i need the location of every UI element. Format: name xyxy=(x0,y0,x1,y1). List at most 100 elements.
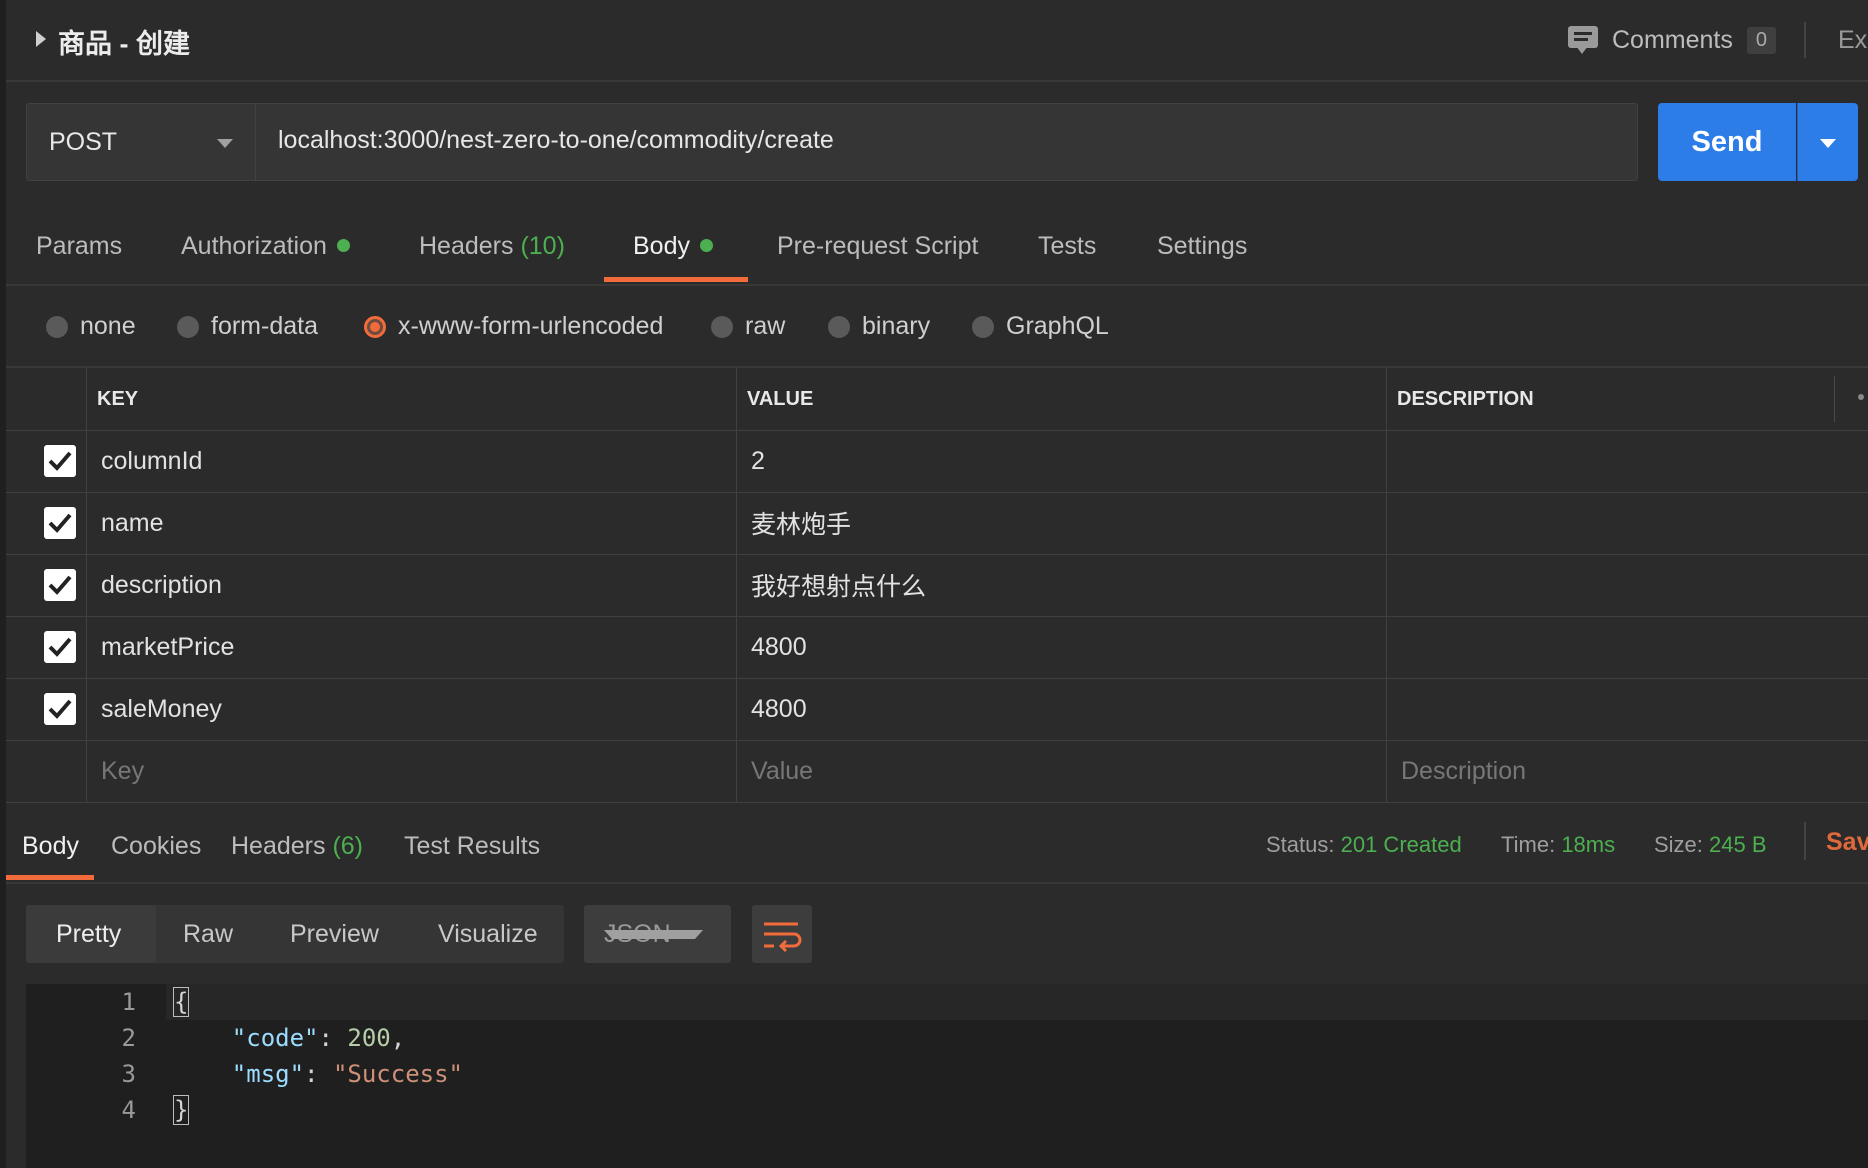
response-code-view[interactable]: 1 2 3 4 { "code": 200, "msg": "Success" … xyxy=(26,984,1868,1168)
row-checkbox[interactable] xyxy=(44,507,76,539)
response-header: Body Cookies Headers (6) Test Results St… xyxy=(6,802,1868,884)
key-cell[interactable]: saleMoney xyxy=(86,678,736,740)
tab-params[interactable]: Params xyxy=(36,232,122,261)
radio-selected-icon xyxy=(364,315,386,338)
wrap-lines-button[interactable] xyxy=(752,905,812,963)
value-cell[interactable]: 4800 xyxy=(736,616,1386,678)
url-text: localhost:3000/nest-zero-to-one/commodit… xyxy=(278,126,834,154)
view-preview[interactable]: Preview xyxy=(290,920,379,949)
code-line: "code": 200, xyxy=(231,1024,406,1052)
value-cell[interactable]: 麦林炮手 xyxy=(736,492,1386,554)
tab-pre-request-script[interactable]: Pre-request Script xyxy=(777,232,978,261)
code-line: } xyxy=(172,1095,190,1125)
request-title[interactable]: 商品 - 创建 xyxy=(58,22,190,61)
table-row: name 麦林炮手 xyxy=(6,492,1868,555)
radio-x-www-form-urlencoded[interactable]: x-www-form-urlencoded xyxy=(364,312,663,341)
column-header-description: DESCRIPTION xyxy=(1386,368,1868,430)
request-tabs: Params Authorization Headers (10) Body P… xyxy=(6,204,1868,286)
radio-circle-icon xyxy=(972,315,994,338)
save-response-button[interactable]: Save xyxy=(1826,828,1868,857)
radio-circle-icon xyxy=(177,315,199,338)
body-type-radios: none form-data x-www-form-urlencoded raw… xyxy=(6,286,1868,368)
response-tab-cookies[interactable]: Cookies xyxy=(111,832,201,861)
divider xyxy=(1804,822,1806,860)
column-header-key: KEY xyxy=(86,368,736,430)
size-readout: Size: 245 B xyxy=(1654,832,1767,857)
comment-icon xyxy=(1568,26,1598,54)
expand-caret-icon[interactable] xyxy=(36,31,46,47)
tab-headers[interactable]: Headers (10) xyxy=(419,232,565,261)
radio-none[interactable]: none xyxy=(46,312,136,341)
tab-body[interactable]: Body xyxy=(633,232,713,261)
status-dot-icon xyxy=(699,238,713,252)
key-cell[interactable]: marketPrice xyxy=(86,616,736,678)
response-tab-test-results[interactable]: Test Results xyxy=(404,832,540,861)
view-mode-tabs: Pretty Raw Preview Visualize xyxy=(26,905,564,963)
row-checkbox[interactable] xyxy=(44,445,76,477)
radio-raw[interactable]: raw xyxy=(711,312,785,341)
row-checkbox[interactable] xyxy=(44,631,76,663)
line-number: 3 xyxy=(121,1060,136,1088)
new-description-input[interactable]: Description xyxy=(1386,740,1868,802)
url-input[interactable]: localhost:3000/nest-zero-to-one/commodit… xyxy=(256,103,1638,181)
radio-circle-icon xyxy=(46,315,68,338)
table-row: marketPrice 4800 xyxy=(6,616,1868,679)
key-cell[interactable]: columnId xyxy=(86,430,736,492)
comments-label: Comments xyxy=(1612,25,1733,54)
tab-tests[interactable]: Tests xyxy=(1038,232,1096,261)
response-tab-body[interactable]: Body xyxy=(22,832,79,861)
send-button[interactable]: Send xyxy=(1658,103,1796,181)
view-raw[interactable]: Raw xyxy=(183,920,233,949)
description-cell[interactable] xyxy=(1386,616,1868,678)
value-cell[interactable]: 2 xyxy=(736,430,1386,492)
value-cell[interactable]: 4800 xyxy=(736,678,1386,740)
response-tab-headers[interactable]: Headers (6) xyxy=(231,832,363,861)
description-cell[interactable] xyxy=(1386,492,1868,554)
chevron-down-icon xyxy=(1820,139,1836,148)
row-checkbox[interactable] xyxy=(44,693,76,725)
chevron-down-icon xyxy=(217,139,233,148)
active-response-tab-indicator xyxy=(6,875,94,880)
active-tab-indicator xyxy=(604,277,748,282)
view-visualize[interactable]: Visualize xyxy=(438,920,538,949)
view-pretty[interactable]: Pretty xyxy=(56,920,121,949)
table-row: saleMoney 4800 xyxy=(6,678,1868,741)
key-cell[interactable]: name xyxy=(86,492,736,554)
column-header-value: VALUE xyxy=(736,368,1386,430)
method-select[interactable]: POST xyxy=(26,103,256,181)
export-button[interactable]: Ex xyxy=(1838,26,1867,55)
time-readout: Time: 18ms xyxy=(1501,832,1616,857)
description-cell[interactable] xyxy=(1386,430,1868,492)
radio-graphql[interactable]: GraphQL xyxy=(972,312,1109,341)
tab-settings[interactable]: Settings xyxy=(1157,232,1247,261)
comments-button[interactable]: Comments 0 Ex xyxy=(1568,22,1867,58)
description-cell[interactable] xyxy=(1386,554,1868,616)
radio-circle-icon xyxy=(828,315,850,338)
send-options-button[interactable] xyxy=(1797,103,1858,181)
new-key-input[interactable]: Key xyxy=(86,740,736,802)
radio-circle-icon xyxy=(711,315,733,338)
table-row-new: Key Value Description xyxy=(6,740,1868,803)
description-cell[interactable] xyxy=(1386,678,1868,740)
divider xyxy=(1804,22,1806,58)
key-cell[interactable]: description xyxy=(86,554,736,616)
code-line: { xyxy=(172,987,190,1017)
column-resize-handle[interactable] xyxy=(1834,376,1835,422)
status-readout: Status: 201 Created xyxy=(1266,832,1462,857)
value-cell[interactable]: 我好想射点什么 xyxy=(736,554,1386,616)
line-number: 1 xyxy=(121,988,136,1016)
new-value-input[interactable]: Value xyxy=(736,740,1386,802)
table-row: columnId 2 xyxy=(6,430,1868,493)
row-checkbox[interactable] xyxy=(44,569,76,601)
line-number: 2 xyxy=(121,1024,136,1052)
method-label: POST xyxy=(49,128,118,156)
format-select[interactable]: JSON xyxy=(584,905,731,963)
more-options-icon[interactable] xyxy=(1858,394,1864,400)
table-row: description 我好想射点什么 xyxy=(6,554,1868,617)
tab-authorization[interactable]: Authorization xyxy=(181,232,350,261)
status-dot-icon xyxy=(336,238,350,252)
table-header-row: KEY VALUE DESCRIPTION xyxy=(6,368,1868,431)
radio-form-data[interactable]: form-data xyxy=(177,312,318,341)
line-number: 4 xyxy=(121,1096,136,1124)
radio-binary[interactable]: binary xyxy=(828,312,930,341)
